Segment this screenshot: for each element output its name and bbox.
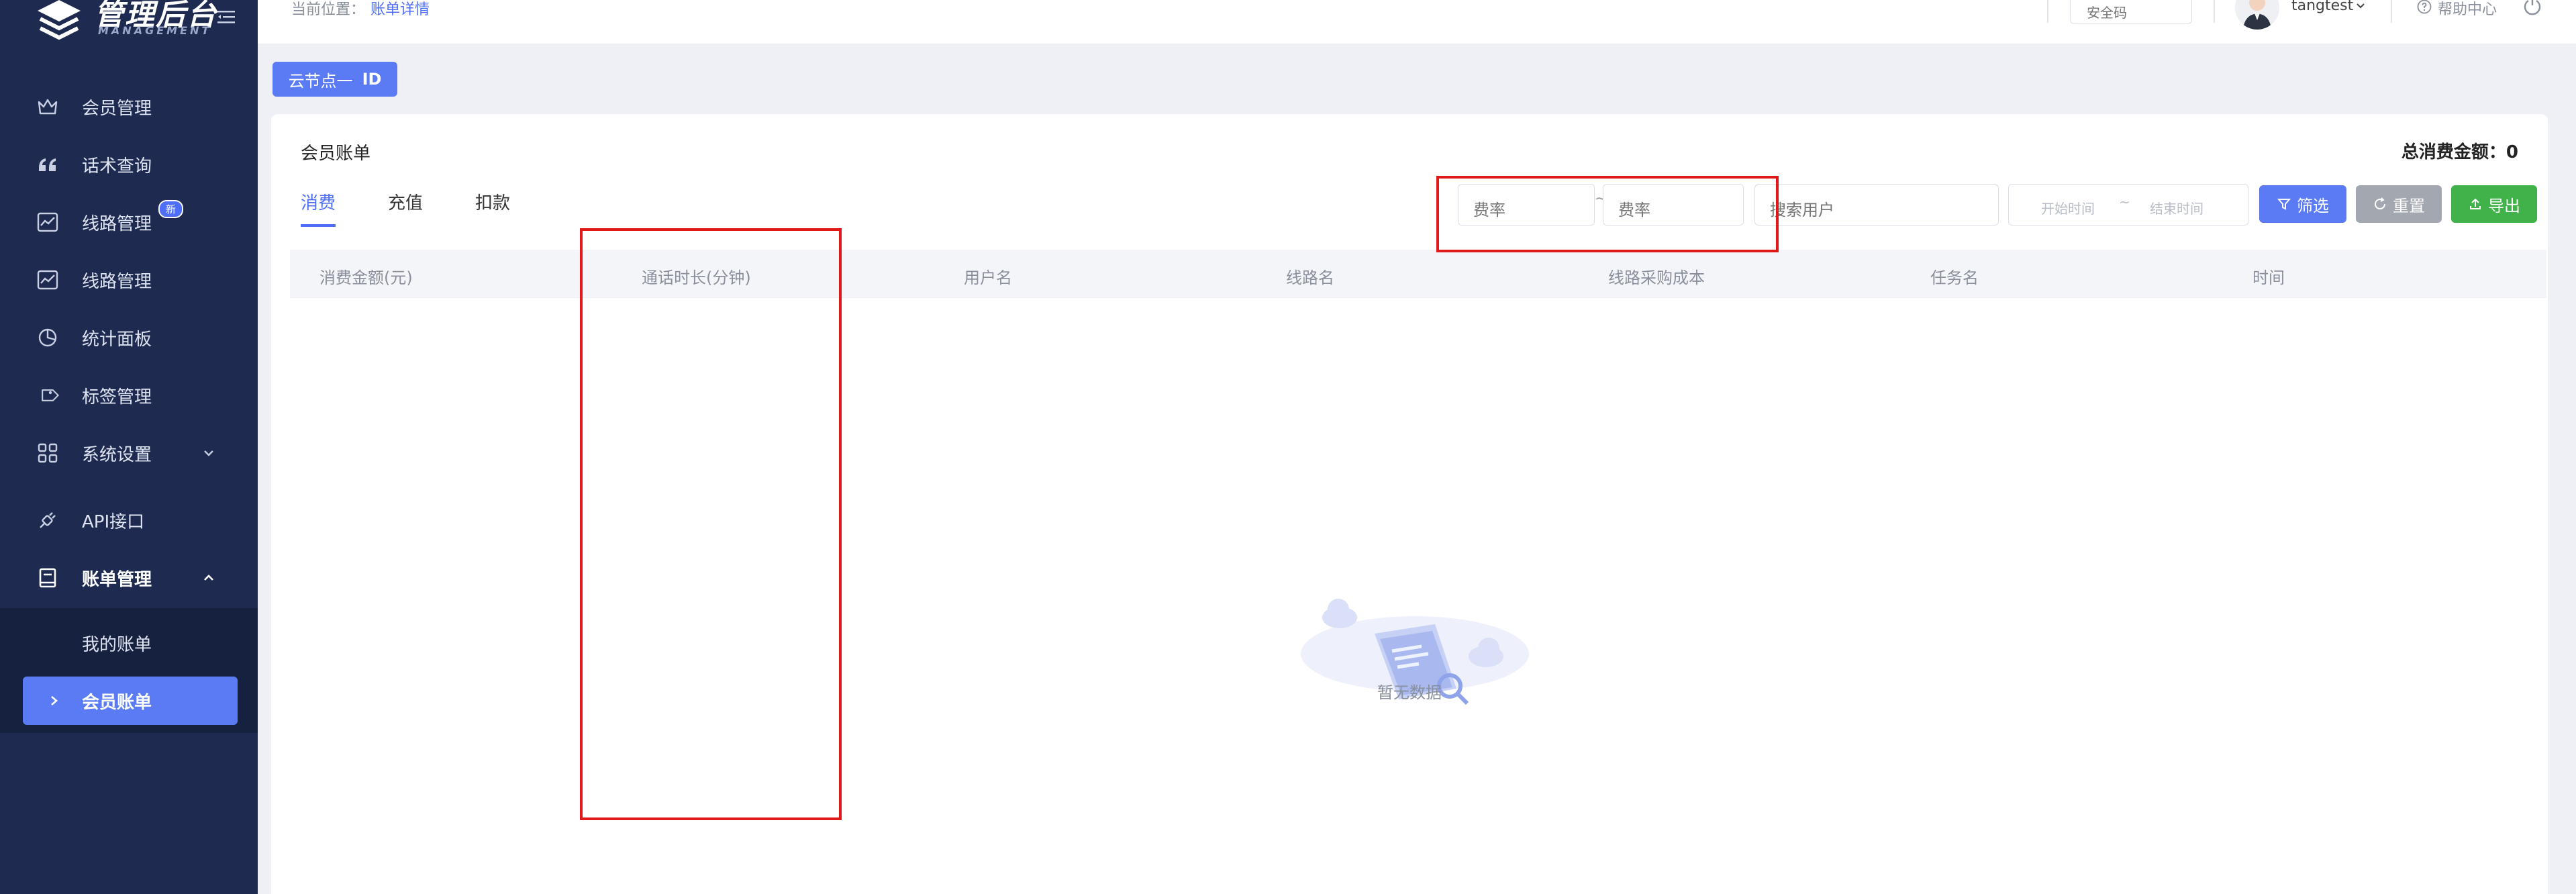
sidebar-subitem-my-bill[interactable]: 我的账单	[23, 619, 238, 667]
filter-button[interactable]: 筛选	[2259, 185, 2346, 223]
date-range-picker[interactable]: 开始时间 ~ 结束时间	[2008, 184, 2248, 226]
sidebar-item-member-management[interactable]: 会员管理	[0, 78, 258, 136]
bill-submenu: 我的账单 会员账单	[0, 608, 258, 733]
refresh-icon	[2375, 197, 2386, 210]
panel-title: 会员账单	[301, 144, 371, 164]
header-divider	[2047, 0, 2048, 23]
quote-icon	[39, 158, 56, 171]
column-header-task-name[interactable]: 任务名	[1930, 264, 1979, 288]
sidebar-item-stats-panel[interactable]: 统计面板	[0, 309, 258, 366]
security-code-input[interactable]	[2070, 0, 2192, 24]
sidebar-item-label: 线路管理	[82, 213, 152, 234]
empty-data-illustration-icon	[1301, 599, 1529, 705]
total-label: 总消费金额：	[2401, 142, 2506, 162]
total-consumption: 总消费金额：0	[2401, 138, 2518, 163]
cloud-node-tag[interactable]: 云节点一 ID	[273, 62, 397, 97]
export-button-label: 导出	[2488, 196, 2520, 215]
sidebar-subitem-member-bill[interactable]: 会员账单	[23, 677, 238, 725]
search-user-input[interactable]	[1754, 184, 1999, 226]
help-center-link[interactable]: 帮助中心	[2438, 0, 2497, 19]
header-divider	[2391, 0, 2392, 23]
sidebar-item-api[interactable]: API接口	[0, 491, 258, 549]
sidebar-item-script-query[interactable]: 话术查询	[0, 136, 258, 193]
breadcrumb-current[interactable]: 账单详情	[370, 1, 430, 18]
grid-icon	[38, 443, 58, 463]
line-chart-icon	[37, 212, 58, 232]
funnel-icon	[2277, 199, 2291, 210]
tag-icon	[42, 389, 59, 401]
top-header: 当前位置：账单详情 tangtest 帮助中心	[258, 0, 2576, 44]
node-id: ID	[362, 70, 382, 89]
sidebar-item-line-management-new[interactable]: 线路管理 新	[0, 193, 258, 251]
annotation-box-rate-filter	[1436, 176, 1779, 252]
book-icon	[39, 568, 56, 588]
layers-logo-icon	[38, 0, 81, 40]
date-range-separator: ~	[2119, 194, 2130, 210]
sidebar-subitem-label: 我的账单	[82, 634, 152, 655]
sidebar-subitem-label: 会员账单	[82, 692, 152, 713]
chevron-down-icon[interactable]	[2355, 0, 2367, 12]
column-header-line-cost[interactable]: 线路采购成本	[1608, 264, 1705, 288]
export-button[interactable]: 导出	[2451, 185, 2537, 223]
sidebar-item-label: API接口	[82, 511, 145, 532]
sidebar-item-label: 标签管理	[82, 387, 152, 407]
sidebar-item-label: 会员管理	[82, 98, 152, 119]
total-value: 0	[2506, 142, 2518, 162]
menu-collapse-icon[interactable]	[216, 8, 236, 27]
end-time-placeholder[interactable]: 结束时间	[2150, 198, 2203, 217]
sidebar-item-tag-management[interactable]: 标签管理	[0, 366, 258, 424]
plug-icon	[40, 512, 56, 528]
chevron-up-icon	[204, 575, 213, 581]
column-header-time[interactable]: 时间	[2252, 264, 2285, 288]
column-header-username[interactable]: 用户名	[964, 264, 1012, 288]
filter-button-label: 筛选	[2297, 196, 2329, 215]
sidebar-item-line-management[interactable]: 线路管理	[0, 251, 258, 309]
column-header-line-name[interactable]: 线路名	[1286, 264, 1334, 288]
header-divider	[2214, 0, 2215, 23]
sidebar: 管理后台 MANAGEMENT 会员管理 话术查询 线路管理 新 线路管理 统计…	[0, 0, 258, 894]
avatar[interactable]	[2235, 0, 2279, 30]
sidebar-item-label: 统计面板	[82, 329, 152, 350]
reset-button[interactable]: 重置	[2356, 185, 2442, 223]
sidebar-item-system-settings[interactable]: 系统设置	[0, 424, 258, 482]
filter-bar: ~ 开始时间 ~ 结束时间 筛选 重置 导出	[271, 184, 2548, 230]
new-badge: 新	[158, 200, 184, 218]
sidebar-item-label: 账单管理	[82, 569, 152, 590]
chevron-right-icon	[51, 696, 58, 705]
power-icon[interactable]	[2521, 0, 2544, 17]
breadcrumb-prefix: 当前位置：	[291, 1, 366, 18]
annotation-box-call-duration-column	[580, 228, 842, 820]
logo-subtitle: MANAGEMENT	[98, 24, 212, 37]
sidebar-item-label: 线路管理	[82, 271, 152, 292]
sidebar-item-bill-management[interactable]: 账单管理	[0, 549, 258, 607]
node-label: 云节点一	[288, 71, 353, 91]
line-chart-icon	[37, 270, 58, 290]
breadcrumb: 当前位置： 账单详情	[291, 0, 430, 19]
reset-button-label: 重置	[2393, 196, 2425, 215]
sidebar-item-label: 系统设置	[82, 444, 152, 465]
start-time-placeholder[interactable]: 开始时间	[2041, 198, 2095, 217]
chevron-down-icon	[204, 450, 213, 456]
upload-icon	[2470, 198, 2481, 209]
crown-icon	[38, 99, 58, 115]
user-avatar-icon	[2235, 0, 2279, 30]
username[interactable]: tangtest	[2291, 0, 2353, 14]
sidebar-item-label: 话术查询	[82, 156, 152, 177]
pie-chart-icon	[38, 328, 57, 347]
help-circle-icon[interactable]	[2416, 0, 2432, 15]
column-header-amount[interactable]: 消费金额(元)	[319, 264, 413, 288]
